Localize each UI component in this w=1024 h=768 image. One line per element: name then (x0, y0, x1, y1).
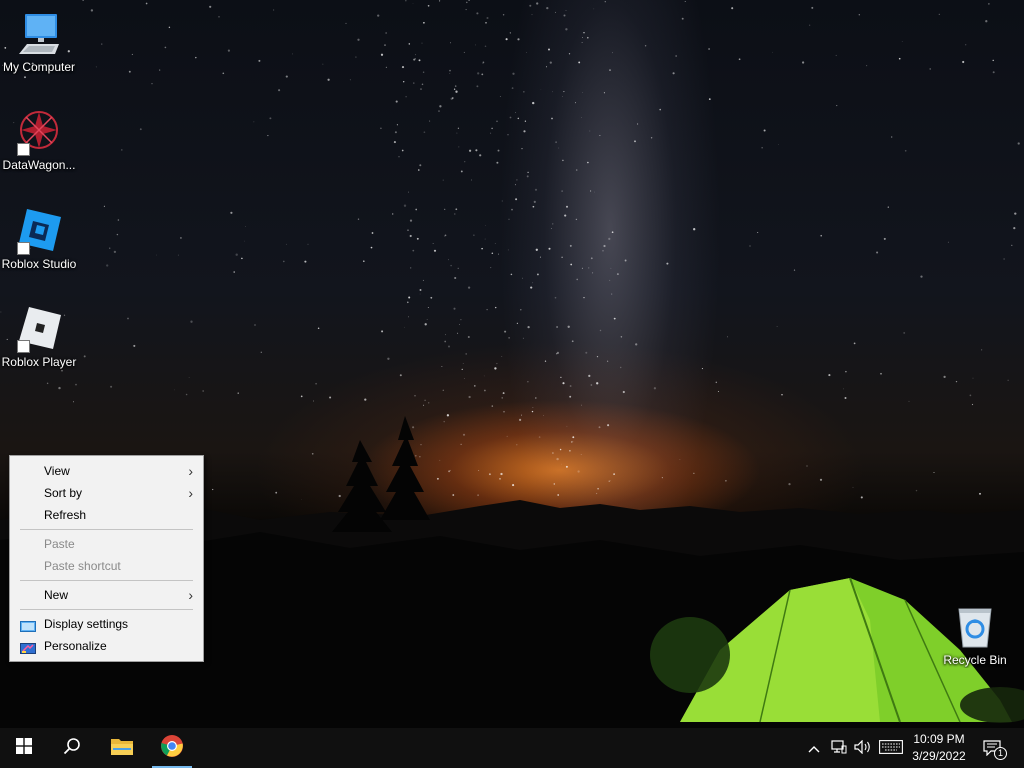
chevron-up-icon (808, 741, 820, 756)
notification-icon: 1 (983, 738, 1007, 760)
menu-item-new[interactable]: New › (10, 584, 203, 606)
desktop-icon-label: Roblox Player (1, 355, 77, 369)
desktop-icon-label: My Computer (2, 60, 76, 74)
menu-item-label: New (44, 588, 69, 602)
menu-item-label: Paste (44, 537, 75, 551)
menu-item-paste[interactable]: Paste (10, 533, 203, 555)
chevron-right-icon: › (188, 463, 193, 479)
shortcut-arrow-icon (17, 143, 30, 156)
desktop-icon-roblox-player[interactable]: Roblox Player (0, 305, 78, 370)
menu-separator (20, 529, 193, 530)
desktop-icon-label: Roblox Studio (1, 257, 77, 271)
datawagon-icon (15, 108, 63, 156)
menu-item-refresh[interactable]: Refresh (10, 504, 203, 526)
network-button[interactable] (828, 728, 850, 768)
menu-item-label: View (44, 464, 70, 478)
volume-icon (854, 739, 872, 757)
desktop-icon-label: DataWagon... (2, 158, 76, 172)
search-button[interactable] (48, 728, 96, 768)
chevron-right-icon: › (188, 485, 193, 501)
chevron-right-icon: › (188, 587, 193, 603)
shortcut-arrow-icon (17, 340, 30, 353)
taskbar: 10:09 PM 3/29/2022 1 (0, 728, 1024, 768)
menu-separator (20, 609, 193, 610)
chrome-icon (160, 734, 184, 763)
menu-item-label: Paste shortcut (44, 559, 121, 573)
start-button[interactable] (0, 728, 48, 768)
clock-date: 3/29/2022 (912, 749, 966, 763)
menu-item-label: Sort by (44, 486, 83, 500)
shortcut-arrow-icon (17, 242, 30, 255)
taskbar-clock[interactable]: 10:09 PM 3/29/2022 (904, 731, 974, 765)
desktop-icon-datawagon[interactable]: DataWagon... (0, 108, 78, 173)
touch-keyboard-button[interactable] (877, 728, 905, 768)
clock-time: 10:09 PM (913, 732, 965, 746)
notification-count-badge: 1 (994, 747, 1007, 760)
desktop-icon-label: Recycle Bin (943, 653, 1007, 667)
desktop-context-menu: View › Sort by › Refresh Paste Paste sho… (9, 455, 204, 662)
keyboard-icon (879, 739, 903, 757)
computer-icon (15, 10, 63, 58)
menu-item-personalize[interactable]: Personalize (10, 635, 203, 657)
network-icon (831, 739, 847, 757)
personalize-icon (20, 640, 36, 654)
roblox-player-icon (15, 305, 63, 353)
display-icon (20, 618, 36, 632)
menu-item-sort-by[interactable]: Sort by › (10, 482, 203, 504)
menu-item-label: Refresh (44, 508, 87, 522)
menu-item-label: Display settings (44, 617, 129, 631)
desktop-icon-recycle-bin[interactable]: Recycle Bin (936, 603, 1014, 668)
file-explorer-button[interactable] (98, 728, 146, 768)
desktop-icon-roblox-studio[interactable]: Roblox Studio (0, 207, 78, 272)
action-center-button[interactable]: 1 (978, 728, 1010, 768)
desktop-icon-my-computer[interactable]: My Computer (0, 10, 78, 75)
menu-item-paste-shortcut[interactable]: Paste shortcut (10, 555, 203, 577)
chrome-button[interactable] (148, 728, 196, 768)
menu-item-display-settings[interactable]: Display settings (10, 613, 203, 635)
menu-item-view[interactable]: View › (10, 460, 203, 482)
recycle-bin-icon (951, 603, 999, 651)
search-icon (63, 737, 81, 760)
menu-item-label: Personalize (44, 639, 107, 653)
file-explorer-icon (110, 736, 134, 761)
roblox-studio-icon (15, 207, 63, 255)
volume-button[interactable] (852, 728, 874, 768)
show-hidden-icons-button[interactable] (804, 728, 824, 768)
menu-separator (20, 580, 193, 581)
windows-start-icon (16, 737, 32, 759)
